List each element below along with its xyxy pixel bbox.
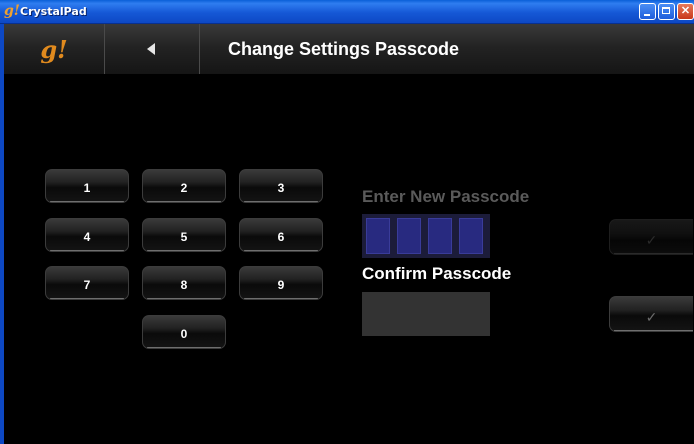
keypad-key-9[interactable]: 9 [239, 266, 323, 300]
keypad-key-5[interactable]: 5 [142, 218, 226, 252]
close-icon: ✕ [680, 5, 691, 17]
app-header: g! Change Settings Passcode [4, 24, 694, 75]
keypad-key-8[interactable]: 8 [142, 266, 226, 300]
page-title: Change Settings Passcode [228, 39, 460, 59]
enter-passcode-label: Enter New Passcode [362, 187, 530, 206]
checkmark-icon: ✓ [645, 308, 658, 325]
keypad-key-7[interactable]: 7 [45, 266, 129, 300]
passcode-digit [366, 218, 390, 254]
logo-button[interactable]: g! [4, 24, 105, 74]
keypad-key-3[interactable]: 3 [239, 169, 323, 203]
minimize-button[interactable] [639, 3, 656, 20]
new-passcode-field[interactable] [362, 214, 490, 258]
minimize-icon [644, 14, 650, 16]
maximize-icon [662, 7, 670, 14]
back-arrow-icon [147, 43, 155, 55]
maximize-button[interactable] [658, 3, 675, 20]
keypad-key-1[interactable]: 1 [45, 169, 129, 203]
enter-passcode-ok-button[interactable]: ✓ [609, 219, 693, 255]
close-button[interactable]: ✕ [677, 3, 694, 20]
window-frame [0, 24, 4, 444]
keypad-key-0[interactable]: 0 [142, 315, 226, 349]
passcode-digit [428, 218, 452, 254]
checkmark-icon: ✓ [645, 231, 658, 248]
keypad-key-2[interactable]: 2 [142, 169, 226, 203]
logo: g! [40, 34, 68, 64]
passcode-digit [459, 218, 483, 254]
app-icon: g! [4, 3, 20, 19]
passcode-digit [397, 218, 421, 254]
confirm-passcode-label: Confirm Passcode [362, 264, 512, 283]
window-titlebar[interactable]: g! CrystalPad ✕ [0, 0, 694, 24]
keypad-key-6[interactable]: 6 [239, 218, 323, 252]
window-title: CrystalPad [20, 5, 87, 18]
confirm-passcode-ok-button[interactable]: ✓ [609, 296, 693, 332]
back-button[interactable] [105, 24, 200, 74]
confirm-passcode-field[interactable] [362, 292, 490, 336]
keypad-key-4[interactable]: 4 [45, 218, 129, 252]
